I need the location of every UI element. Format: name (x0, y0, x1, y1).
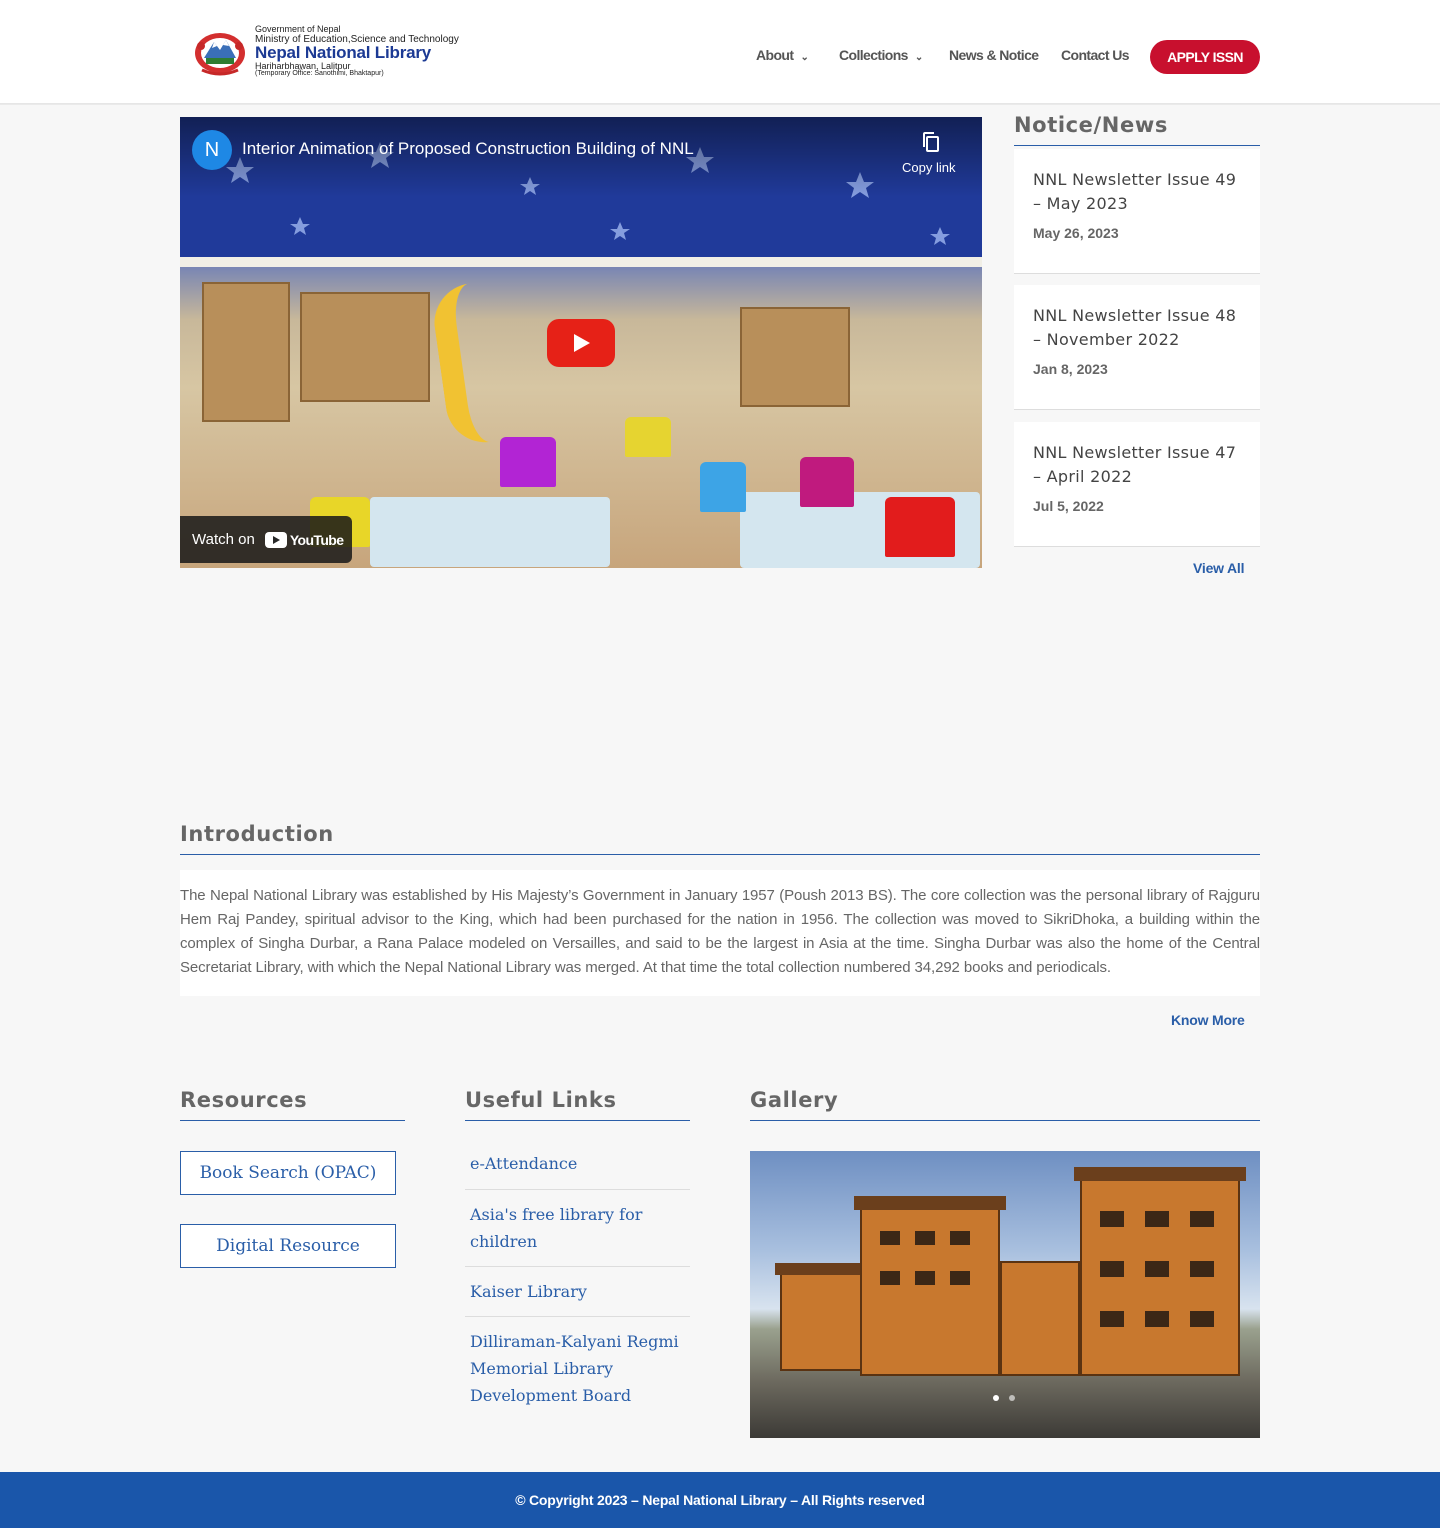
gallery-roof (854, 1196, 1006, 1210)
gallery-window (880, 1271, 900, 1285)
logo-library-name: Nepal National Library (255, 43, 432, 62)
play-icon (574, 334, 590, 352)
introduction-text-box: The Nepal National Library was establish… (180, 870, 1260, 996)
useful-link-e-attendance[interactable]: e-Attendance (470, 1150, 690, 1177)
nav-news-notice-label: News & Notice (949, 47, 1039, 63)
gallery-window (950, 1271, 970, 1285)
scene-chair (625, 417, 671, 457)
digital-resource-button[interactable]: Digital Resource (180, 1224, 396, 1268)
notice-item-date: Jul 5, 2022 (1033, 498, 1104, 514)
book-search-opac-button[interactable]: Book Search (OPAC) (180, 1151, 396, 1195)
gallery-window (1145, 1311, 1169, 1327)
gallery-window (880, 1231, 900, 1245)
scene-slide (429, 276, 541, 448)
view-all-link[interactable]: View All (1193, 560, 1245, 576)
notice-item[interactable]: NNL Newsletter Issue 49 – May 2023 May 2… (1014, 149, 1260, 274)
useful-link-item[interactable]: Kaiser Library (465, 1278, 690, 1317)
gallery-window (950, 1231, 970, 1245)
gallery-building-part (1000, 1261, 1080, 1376)
chevron-down-icon: ⌄ (800, 52, 809, 63)
resources-divider (180, 1120, 405, 1121)
nav-about[interactable]: About ⌄ (756, 47, 809, 63)
nepal-emblem-icon (195, 33, 245, 76)
scene-chair (700, 462, 746, 512)
useful-link-dilliraman-kalyani[interactable]: Dilliraman-Kalyani Regmi Memorial Librar… (470, 1328, 690, 1409)
scene-chair (800, 457, 854, 507)
know-more-link[interactable]: Know More (1171, 1012, 1245, 1028)
gallery-slider[interactable] (750, 1151, 1260, 1438)
video-title[interactable]: Interior Animation of Proposed Construct… (242, 139, 694, 159)
notice-item-title[interactable]: NNL Newsletter Issue 48 – November 2022 (1033, 304, 1241, 352)
useful-link-item[interactable]: e-Attendance (465, 1150, 690, 1190)
nav-contact-us[interactable]: Contact Us (1061, 47, 1130, 63)
notice-news-title: Notice/News (1014, 113, 1168, 137)
gallery-title: Gallery (750, 1088, 839, 1112)
channel-avatar[interactable]: N (192, 130, 232, 170)
youtube-label: YouTube (289, 531, 344, 548)
useful-links-title: Useful Links (465, 1088, 617, 1112)
gallery-divider (750, 1120, 1260, 1121)
scene-chair (500, 437, 556, 487)
gallery-window (915, 1231, 935, 1245)
gallery-window (1100, 1211, 1124, 1227)
gallery-window (915, 1271, 935, 1285)
gallery-window (1190, 1311, 1214, 1327)
nav-news-notice[interactable]: News & Notice (949, 47, 1039, 63)
notice-item-date: Jan 8, 2023 (1033, 361, 1108, 377)
scene-table (370, 497, 610, 567)
watch-on-label: Watch on (192, 531, 255, 548)
useful-link-asia-free-library[interactable]: Asia's free library for children (470, 1201, 690, 1255)
gallery-window (1100, 1261, 1124, 1277)
nav-collections[interactable]: Collections ⌄ (839, 47, 923, 63)
copy-icon[interactable] (921, 131, 941, 153)
notice-item[interactable]: NNL Newsletter Issue 48 – November 2022 … (1014, 285, 1260, 410)
site-header: Government of Nepal Ministry of Educatio… (0, 0, 1440, 104)
scene-bookshelf (202, 282, 290, 422)
copy-link-label[interactable]: Copy link (902, 160, 955, 175)
introduction-divider (180, 854, 1260, 855)
notice-item-date: May 26, 2023 (1033, 225, 1119, 241)
watch-on-youtube-button[interactable]: Watch on YouTube (180, 516, 352, 563)
logo-government-text: Government of Nepal (255, 24, 341, 34)
gallery-window (1145, 1261, 1169, 1277)
site-footer: © Copyright 2023 – Nepal National Librar… (0, 1472, 1440, 1528)
resources-title: Resources (180, 1088, 308, 1112)
nav-contact-us-label: Contact Us (1061, 47, 1130, 63)
logo-temp-office-text: (Temporary Office: Sanothimi, Bhaktapur) (255, 70, 384, 77)
useful-link-item[interactable]: Asia's free library for children (465, 1201, 690, 1267)
useful-link-item[interactable]: Dilliraman-Kalyani Regmi Memorial Librar… (465, 1328, 690, 1412)
useful-link-kaiser-library[interactable]: Kaiser Library (470, 1278, 690, 1305)
scene-bookshelf (300, 292, 430, 402)
gallery-dot-2[interactable] (1009, 1395, 1015, 1401)
gallery-window (1100, 1311, 1124, 1327)
useful-links-divider (465, 1120, 690, 1121)
scene-bookshelf (740, 307, 850, 407)
gallery-window (1145, 1211, 1169, 1227)
nav-about-label: About (756, 47, 794, 63)
site-logo[interactable]: Government of Nepal Ministry of Educatio… (192, 22, 460, 82)
introduction-text: The Nepal National Library was establish… (180, 887, 1260, 976)
chevron-down-icon: ⌄ (914, 52, 923, 63)
gallery-window (1190, 1211, 1214, 1227)
introduction-title: Introduction (180, 822, 334, 846)
notice-item[interactable]: NNL Newsletter Issue 47 – April 2022 Jul… (1014, 422, 1260, 547)
gallery-dot-1[interactable] (993, 1395, 999, 1401)
copyright-text: © Copyright 2023 – Nepal National Librar… (515, 1492, 925, 1508)
gallery-window (1190, 1261, 1214, 1277)
nav-collections-label: Collections (839, 47, 908, 63)
play-button[interactable] (547, 319, 615, 367)
gallery-roof (1074, 1167, 1246, 1181)
youtube-logo-icon: YouTube (264, 531, 344, 548)
notice-title-divider (1014, 145, 1260, 146)
scene-chair (885, 497, 955, 557)
notice-item-title[interactable]: NNL Newsletter Issue 47 – April 2022 (1033, 441, 1241, 489)
notice-item-title[interactable]: NNL Newsletter Issue 49 – May 2023 (1033, 168, 1241, 216)
youtube-video-embed[interactable]: N Interior Animation of Proposed Constru… (180, 117, 982, 568)
apply-issn-button[interactable]: APPLY ISSN (1150, 40, 1260, 74)
